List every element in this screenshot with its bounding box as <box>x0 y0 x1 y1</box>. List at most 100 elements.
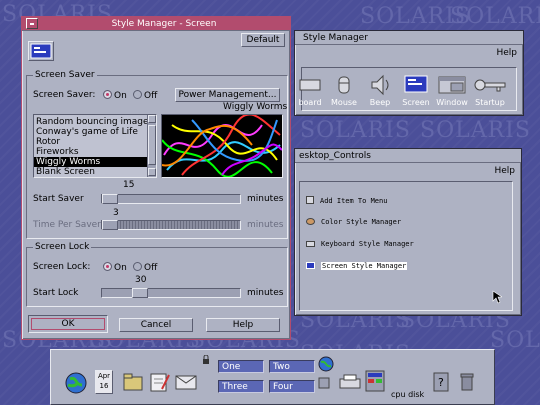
calendar-icon[interactable]: Apr 16 <box>95 370 113 394</box>
saver-on-radio[interactable]: On <box>103 90 127 101</box>
text-editor-icon[interactable] <box>147 370 171 394</box>
saver-off-radio[interactable]: Off <box>133 90 157 101</box>
list-item[interactable]: Blank Screen <box>34 167 147 177</box>
list-item[interactable]: Random bouncing image <box>34 117 149 127</box>
window-menu-button[interactable] <box>26 18 38 29</box>
exit-icon[interactable] <box>317 376 331 390</box>
start-saver-units: minutes <box>247 194 284 204</box>
ok-button-frame: OK <box>28 315 108 333</box>
saver-list-scrollbar[interactable] <box>147 115 156 177</box>
time-per-saver-slider[interactable] <box>101 220 241 230</box>
printer-icon[interactable] <box>337 370 363 394</box>
saver-list[interactable]: Random bouncing image Conway's game of L… <box>33 114 157 178</box>
screen-lock-label: Screen Lock: <box>33 262 91 272</box>
lock-off-radio[interactable]: Off <box>133 262 157 273</box>
list-item-selected[interactable]: Wiggly Worms <box>34 157 147 167</box>
color-style-manager[interactable]: Color Style Manager <box>306 218 401 226</box>
solaris-watermark: SOLARIS <box>490 328 540 353</box>
add-item-icon <box>306 196 314 204</box>
saver-list-items: Random bouncing image Conway's game of L… <box>34 117 149 177</box>
list-item[interactable]: Conway's game of Life <box>34 127 147 137</box>
start-lock-label: Start Lock <box>33 288 79 298</box>
beep-style-button[interactable]: Beep <box>360 72 400 107</box>
style-manager-titlebar[interactable]: Style Manager <box>295 31 523 45</box>
list-item[interactable]: Rotor <box>34 137 147 147</box>
screen-icon <box>30 43 52 59</box>
start-lock-slider[interactable] <box>101 288 241 298</box>
mail-icon[interactable] <box>173 370 199 394</box>
globe-icon[interactable] <box>63 370 89 396</box>
start-saver-slider[interactable] <box>101 194 241 204</box>
workspace-four-button[interactable]: Four <box>269 380 315 393</box>
keyboard-icon <box>299 79 321 91</box>
file-manager-icon[interactable] <box>121 370 145 394</box>
mouse-style-button[interactable]: Mouse <box>324 72 364 107</box>
slider-thumb[interactable] <box>132 288 148 298</box>
default-button[interactable]: Default <box>241 33 285 47</box>
menubar: Help <box>295 45 523 60</box>
menubar: Help <box>295 163 521 178</box>
window-title: esktop_Controls <box>299 150 371 161</box>
front-panel: Apr 16 One Two Three Four cpu disk ? <box>50 349 495 405</box>
start-saver-value: 15 <box>123 180 135 190</box>
workspace-three-button[interactable]: Three <box>218 380 264 393</box>
cpu-disk-label: cpu disk <box>391 390 425 399</box>
screen-saver-label: Screen Saver: <box>33 90 96 100</box>
slider-thumb[interactable] <box>102 194 118 204</box>
wiggly-worms-preview <box>162 115 282 177</box>
list-item[interactable]: Fireworks <box>34 147 147 157</box>
style-manager-icon[interactable] <box>363 368 387 394</box>
scroll-down-arrow[interactable] <box>148 168 156 176</box>
solaris-watermark: SOLARIS <box>300 118 411 143</box>
workspace-two-button[interactable]: Two <box>269 360 315 373</box>
scroll-up-arrow[interactable] <box>148 115 156 123</box>
web-browser-icon[interactable] <box>317 355 335 373</box>
ok-button[interactable]: OK <box>31 318 105 330</box>
help-menu[interactable]: Help <box>494 166 515 176</box>
start-saver-label: Start Saver <box>33 194 84 204</box>
style-manager-window[interactable]: Style Manager Help board Mouse Beep Scre… <box>294 30 524 116</box>
speaker-icon <box>371 74 389 96</box>
screen-style-button[interactable]: Screen <box>396 72 436 107</box>
time-per-saver-label: Time Per Saver <box>33 220 101 230</box>
start-lock-units: minutes <box>247 288 284 298</box>
screen-dialog-titlebar[interactable]: Style Manager - Screen <box>22 17 290 31</box>
lock-on-radio[interactable]: On <box>103 262 127 273</box>
screen-icon <box>306 262 315 269</box>
help-button[interactable]: Help <box>206 318 280 332</box>
style-icons-panel: board Mouse Beep Screen Window Startup <box>298 67 517 111</box>
power-management-button[interactable]: Power Management... <box>175 88 280 102</box>
workspace-one-button[interactable]: One <box>218 360 264 373</box>
screen-icon-badge <box>28 41 54 61</box>
group-label: Screen Saver <box>33 70 97 80</box>
desktop-controls-titlebar[interactable]: esktop_Controls <box>295 149 521 163</box>
add-item-to-menu[interactable]: Add Item To Menu <box>306 196 387 205</box>
startup-style-button[interactable]: Startup <box>470 72 510 107</box>
lock-icon[interactable] <box>201 354 211 364</box>
start-lock-value: 30 <box>135 275 147 285</box>
solaris-watermark: SOLARIS <box>420 118 531 143</box>
scroll-thumb[interactable] <box>148 125 156 165</box>
window-title: Style Manager - Screen <box>111 18 217 29</box>
time-per-saver-units: minutes <box>247 220 284 230</box>
window-style-button[interactable]: Window <box>432 72 472 107</box>
mouse-icon <box>338 76 350 94</box>
calendar-month: Apr <box>97 372 111 380</box>
keyboard-style-manager[interactable]: Keyboard Style Manager <box>306 240 414 248</box>
slider-thumb[interactable] <box>102 220 118 230</box>
help-menu[interactable]: Help <box>496 48 517 58</box>
window-icon <box>438 76 466 94</box>
window-title: Style Manager <box>303 32 368 43</box>
screen-style-manager[interactable]: Screen Style Manager <box>306 262 408 270</box>
help-manager-icon[interactable]: ? <box>431 370 451 394</box>
key-icon <box>474 79 506 92</box>
screen-dialog-window[interactable]: Style Manager - Screen Default Screen Sa… <box>21 16 291 340</box>
solaris-watermark: SOLARIS <box>450 4 540 29</box>
group-label: Screen Lock <box>33 242 92 252</box>
cancel-button[interactable]: Cancel <box>119 318 193 332</box>
mouse-pointer-icon <box>492 290 502 304</box>
keyboard-icon <box>306 241 315 247</box>
trash-icon[interactable] <box>457 370 477 394</box>
palette-icon <box>306 218 315 225</box>
desktop-controls-window[interactable]: esktop_Controls Help Add Item To Menu Co… <box>294 148 522 316</box>
